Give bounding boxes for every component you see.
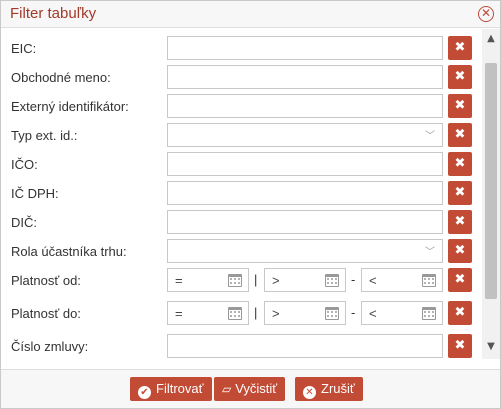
operator-greater: > xyxy=(272,273,280,288)
field-label: Obchodné meno: xyxy=(11,70,111,85)
row-eic: EIC: ✖ xyxy=(1,36,481,60)
scroll-up-icon[interactable]: ▲ xyxy=(482,31,500,47)
calendar-icon[interactable] xyxy=(422,307,436,320)
field-label: Platnosť od: xyxy=(11,273,81,288)
cancel-button[interactable]: ✕ Zrušiť xyxy=(295,377,363,401)
eraser-icon: ▱ xyxy=(222,382,232,396)
row-business-name: Obchodné meno: ✖ xyxy=(1,65,481,89)
close-icon: ✕ xyxy=(303,386,316,399)
clear-valid-from-button[interactable]: ✖ xyxy=(448,268,472,292)
market-role-select[interactable]: ﹀ xyxy=(167,239,443,263)
clear-eic-button[interactable]: ✖ xyxy=(448,36,472,60)
field-label: IČ DPH: xyxy=(11,186,59,201)
valid-from-exact-input[interactable]: = xyxy=(167,268,249,292)
clear-external-id-button[interactable]: ✖ xyxy=(448,94,472,118)
chevron-down-icon: ﹀ xyxy=(425,247,435,258)
field-label: EIC: xyxy=(11,41,37,56)
scroll-down-icon[interactable]: ▼ xyxy=(482,339,500,355)
clear-all-button[interactable]: ▱ Vyčistiť xyxy=(214,377,286,401)
clear-contract-number-button[interactable]: ✖ xyxy=(448,334,472,358)
separator-dash: - xyxy=(351,272,356,287)
field-label: Typ ext. id.: xyxy=(11,128,78,143)
ic-dph-input[interactable] xyxy=(167,181,443,205)
operator-less: < xyxy=(369,273,377,288)
filter-button[interactable]: ✔ Filtrovať xyxy=(130,377,212,401)
row-ext-id-type: Typ ext. id.: ﹀ ✖ xyxy=(1,123,481,147)
clear-valid-to-button[interactable]: ✖ xyxy=(448,301,472,325)
dialog-title: Filter tabuľky xyxy=(10,5,97,22)
calendar-icon[interactable] xyxy=(325,274,339,287)
calendar-icon[interactable] xyxy=(422,274,436,287)
dic-input[interactable] xyxy=(167,210,443,234)
filter-dialog: Filter tabuľky ✕ EIC: ✖ Obchodné meno: ✖… xyxy=(0,0,501,409)
chevron-down-icon: ﹀ xyxy=(425,131,435,142)
scrollbar-thumb[interactable] xyxy=(485,63,497,299)
clear-market-role-button[interactable]: ✖ xyxy=(448,239,472,263)
operator-greater: > xyxy=(272,306,280,321)
separator-pipe: | xyxy=(254,272,258,287)
separator-dash: - xyxy=(351,305,356,320)
row-valid-to: Platnosť do: = | > - < ✖ xyxy=(1,301,481,325)
vertical-scrollbar[interactable]: ▲ ▼ xyxy=(482,29,500,359)
check-icon: ✔ xyxy=(138,386,151,399)
operator-equals: = xyxy=(175,306,183,321)
clear-ic-dph-button[interactable]: ✖ xyxy=(448,181,472,205)
valid-from-after-input[interactable]: > xyxy=(264,268,346,292)
clear-all-button-label: Vyčistiť xyxy=(235,381,278,396)
operator-less: < xyxy=(369,306,377,321)
close-icon[interactable]: ✕ xyxy=(478,6,494,22)
clear-ext-id-type-button[interactable]: ✖ xyxy=(448,123,472,147)
row-valid-from: Platnosť od: = | > - < ✖ xyxy=(1,268,481,292)
row-market-role: Rola účastníka trhu: ﹀ ✖ xyxy=(1,239,481,263)
ico-input[interactable] xyxy=(167,152,443,176)
valid-from-before-input[interactable]: < xyxy=(361,268,443,292)
field-label: Externý identifikátor: xyxy=(11,99,129,114)
separator-pipe: | xyxy=(254,305,258,320)
row-contract-number: Číslo zmluvy: ✖ xyxy=(1,334,481,358)
clear-business-name-button[interactable]: ✖ xyxy=(448,65,472,89)
field-label: Číslo zmluvy: xyxy=(11,339,89,354)
field-label: IČO: xyxy=(11,157,38,172)
ext-id-type-select[interactable]: ﹀ xyxy=(167,123,443,147)
row-ic-dph: IČ DPH: ✖ xyxy=(1,181,481,205)
row-dic: DIČ: ✖ xyxy=(1,210,481,234)
calendar-icon[interactable] xyxy=(325,307,339,320)
valid-to-exact-input[interactable]: = xyxy=(167,301,249,325)
calendar-icon[interactable] xyxy=(228,307,242,320)
operator-equals: = xyxy=(175,273,183,288)
valid-to-after-input[interactable]: > xyxy=(264,301,346,325)
business-name-input[interactable] xyxy=(167,65,443,89)
filter-button-label: Filtrovať xyxy=(156,381,204,396)
dialog-titlebar: Filter tabuľky ✕ xyxy=(1,1,500,28)
field-label: Platnosť do: xyxy=(11,306,81,321)
contract-number-input[interactable] xyxy=(167,334,443,358)
external-id-input[interactable] xyxy=(167,94,443,118)
field-label: DIČ: xyxy=(11,215,37,230)
valid-to-before-input[interactable]: < xyxy=(361,301,443,325)
calendar-icon[interactable] xyxy=(228,274,242,287)
eic-input[interactable] xyxy=(167,36,443,60)
dialog-footer: ✔ Filtrovať ▱ Vyčistiť ✕ Zrušiť xyxy=(1,369,500,408)
clear-dic-button[interactable]: ✖ xyxy=(448,210,472,234)
row-ico: IČO: ✖ xyxy=(1,152,481,176)
clear-ico-button[interactable]: ✖ xyxy=(448,152,472,176)
filter-form: EIC: ✖ Obchodné meno: ✖ Externý identifi… xyxy=(1,29,481,369)
row-external-id: Externý identifikátor: ✖ xyxy=(1,94,481,118)
cancel-button-label: Zrušiť xyxy=(321,381,355,396)
field-label: Rola účastníka trhu: xyxy=(11,244,127,259)
